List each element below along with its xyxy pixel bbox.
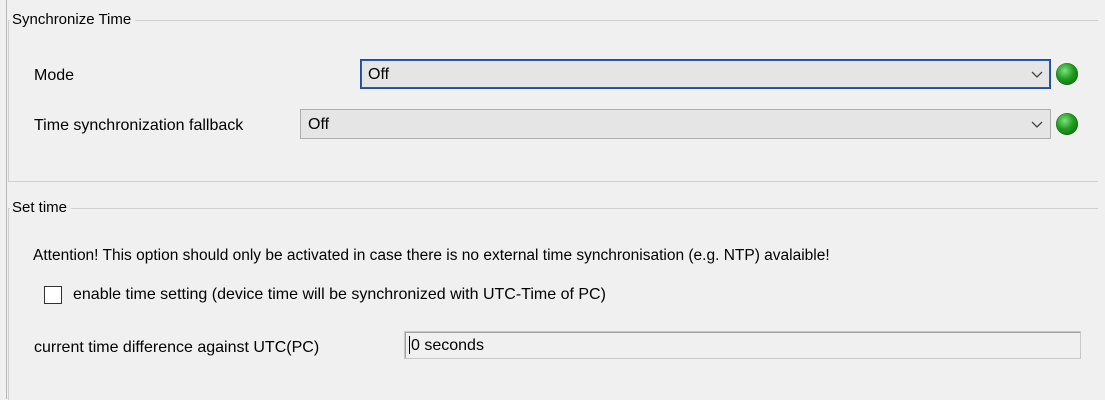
fallback-select-value: Off: [308, 116, 330, 133]
chevron-down-icon: [1031, 121, 1043, 128]
mode-status-led-icon: [1056, 63, 1078, 85]
synchronize-time-title: Synchronize Time: [10, 11, 136, 29]
fallback-select[interactable]: Off: [300, 109, 1051, 139]
enable-time-setting-checkbox[interactable]: [44, 286, 62, 304]
fallback-status-led-icon: [1056, 113, 1078, 135]
mode-select[interactable]: Off: [360, 59, 1051, 89]
set-time-title: Set time: [10, 199, 72, 217]
synchronize-time-group: [8, 20, 1098, 182]
enable-time-setting-label[interactable]: enable time setting (device time will be…: [73, 285, 606, 305]
mode-select-value: Off: [368, 66, 390, 83]
mode-label: Mode: [34, 67, 75, 84]
fallback-label: Time synchronization fallback: [34, 117, 244, 134]
chevron-down-icon: [1031, 71, 1043, 78]
text-caret: [409, 336, 410, 354]
attention-text: Attention! This option should only be ac…: [33, 247, 830, 264]
time-difference-value: 0 seconds: [411, 337, 484, 354]
time-difference-label: current time difference against UTC(PC): [34, 339, 320, 356]
time-difference-field[interactable]: 0 seconds: [404, 331, 1081, 359]
